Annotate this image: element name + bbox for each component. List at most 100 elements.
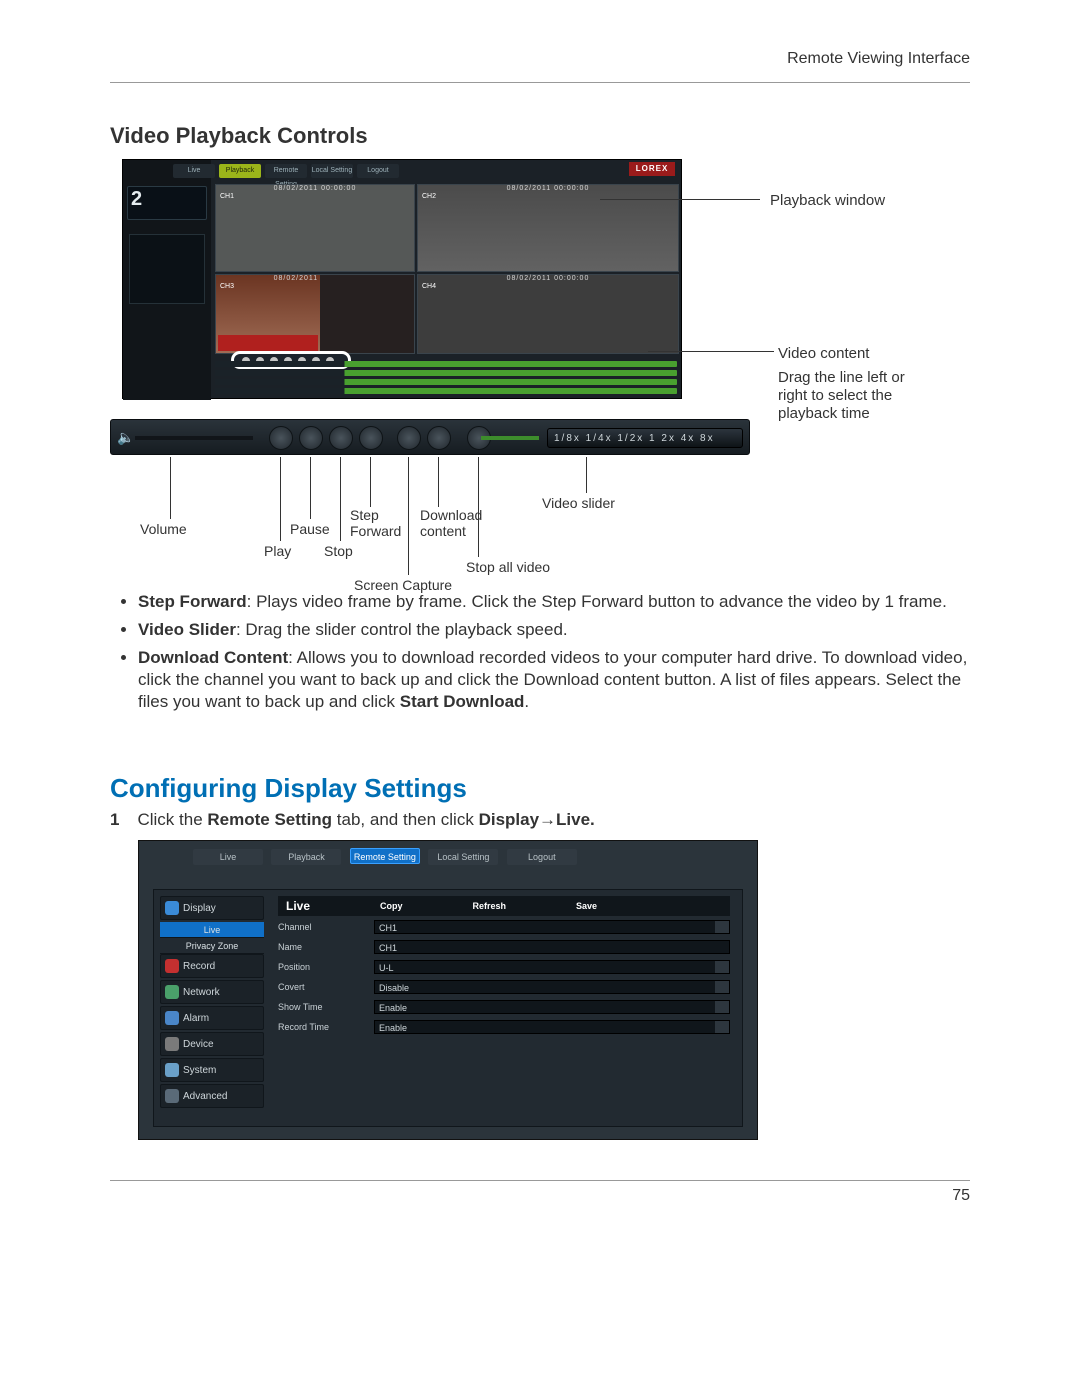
caption-play: Play <box>264 543 291 559</box>
row-label: Name <box>278 942 374 952</box>
caption-stop: Stop <box>324 543 353 559</box>
row-field: CH1 <box>374 920 730 934</box>
caption-screen-capture: Screen Capture <box>354 577 452 593</box>
copy-button: Copy <box>380 901 403 911</box>
callout-playback-window: Playback window <box>770 192 885 209</box>
bullet-step-forward: Step Forward: Plays video frame by frame… <box>138 591 970 613</box>
nav-alarm: Alarm <box>160 1006 264 1030</box>
dropdown-icon <box>715 1021 729 1033</box>
top-tabs: Live Playback Remote Setting Local Setti… <box>193 847 581 865</box>
row-channel: Channel CH1 <box>278 918 730 936</box>
nav-label: Network <box>183 987 220 998</box>
nav-label: Device <box>183 1039 214 1050</box>
row-field: CH1 <box>374 940 730 954</box>
tab-remote: Remote Setting <box>265 164 307 178</box>
tab-logout: Logout <box>357 164 399 178</box>
caption-step-forward: Step Forward <box>350 507 410 539</box>
step-mid: tab, and then click <box>332 810 478 829</box>
row-field: Enable <box>374 1020 730 1034</box>
quad-1: 08/02/2011 00:00:00 CH1 <box>215 184 415 272</box>
speed-labels: 1/8x 1/4x 1/2x 1 2x 4x 8x <box>547 428 743 448</box>
panel-header: Live Copy Refresh Save <box>278 896 730 916</box>
row-value: Disable <box>379 983 409 993</box>
playback-screenshot: 2 Live Playback Remote Setting Local Set… <box>122 159 682 399</box>
row-value: Enable <box>379 1003 407 1013</box>
tab-logout: Logout <box>507 849 577 865</box>
remote-setting-screenshot: Live Playback Remote Setting Local Setti… <box>138 840 758 1140</box>
row-name: Name CH1 <box>278 938 730 956</box>
caption-volume: Volume <box>140 521 187 537</box>
brand-logo: LOREX <box>629 162 675 176</box>
row-covert: Covert Disable <box>278 978 730 996</box>
step-bold-1: Remote Setting <box>207 810 332 829</box>
row-record-time: Record Time Enable <box>278 1018 730 1036</box>
callout-drag-line: Drag the line left or right to select th… <box>778 369 938 423</box>
step-bold-2: Display→Live. <box>479 810 595 829</box>
dropdown-icon <box>715 981 729 993</box>
tab-playback: Playback <box>219 164 261 178</box>
tab-remote: Remote Setting <box>350 848 420 864</box>
playback-sidebar: 2 <box>123 160 211 400</box>
row-value: CH1 <box>379 943 397 953</box>
volume-track <box>135 436 253 440</box>
speed-fill <box>481 436 539 440</box>
download-icon <box>427 426 451 450</box>
brand-text: LOREX <box>629 162 675 176</box>
nav-network: Network <box>160 980 264 1004</box>
bullet-text: : Plays video frame by frame. Click the … <box>247 592 947 611</box>
nav-label: Record <box>183 961 215 972</box>
bullet-download: Download Content: Allows you to download… <box>138 647 970 713</box>
leader-line <box>648 351 774 352</box>
channel-label: CH4 <box>422 283 436 290</box>
monitor-icon <box>165 901 179 915</box>
speaker-icon: 🔈 <box>117 429 134 446</box>
bullet-tail: . <box>524 692 529 711</box>
record-icon <box>165 959 179 973</box>
row-field: Disable <box>374 980 730 994</box>
nav-label: Display <box>183 903 216 914</box>
refresh-button: Refresh <box>473 901 507 911</box>
timestamp: 08/02/2011 00:00:00 <box>216 185 414 192</box>
step-text: Click the Remote Setting tab, and then c… <box>137 810 594 830</box>
quad-2: 08/02/2011 00:00:00 CH2 <box>417 184 679 272</box>
nav-privacy: Privacy Zone <box>160 938 264 954</box>
timestamp: 08/02/2011 00:00:00 <box>418 185 678 192</box>
screen-capture-icon <box>397 426 421 450</box>
bullet-label: Download Content <box>138 648 288 667</box>
row-field: Enable <box>374 1000 730 1014</box>
config-heading: Configuring Display Settings <box>110 773 970 804</box>
quad-3-banner <box>218 335 318 351</box>
caption-pause: Pause <box>290 521 330 537</box>
step-1: 1 Click the Remote Setting tab, and then… <box>110 810 970 830</box>
section-title: Video Playback Controls <box>110 123 970 149</box>
system-icon <box>165 1063 179 1077</box>
nav-display: Display <box>160 896 264 920</box>
tab-local: Local Setting <box>428 849 498 865</box>
quad-3: 08/02/2011 00:00:00 CH3 <box>215 274 415 354</box>
dropdown-icon <box>715 961 729 973</box>
row-field: U-L <box>374 960 730 974</box>
settings-nav: Display Live Privacy Zone Record Network… <box>160 896 264 1110</box>
calendar-day: 2 <box>131 188 142 211</box>
advanced-icon <box>165 1089 179 1103</box>
bullet-text: : Drag the slider control the playback s… <box>236 620 568 639</box>
quad-4: 08/02/2011 00:00:00 CH4 <box>417 274 679 354</box>
caption-video-slider: Video slider <box>542 495 615 511</box>
nav-system: System <box>160 1058 264 1082</box>
settings-body: Display Live Privacy Zone Record Network… <box>153 889 743 1127</box>
bullet-bold-tail: Start Download <box>400 692 525 711</box>
callout-video-content: Video content <box>778 345 869 362</box>
settings-panel: Live Copy Refresh Save Channel CH1 Name … <box>278 896 730 1036</box>
channel-list <box>129 234 205 304</box>
save-button: Save <box>576 901 597 911</box>
page-number: 75 <box>110 1180 970 1205</box>
nav-label: Alarm <box>183 1013 209 1024</box>
bullet-label: Step Forward <box>138 592 247 611</box>
row-position: Position U-L <box>278 958 730 976</box>
timeline-area <box>215 358 677 396</box>
row-label: Covert <box>278 982 374 992</box>
step-number: 1 <box>110 810 119 830</box>
row-label: Position <box>278 962 374 972</box>
quad-3-aux <box>320 275 414 353</box>
tab-playback: Playback <box>271 849 341 865</box>
